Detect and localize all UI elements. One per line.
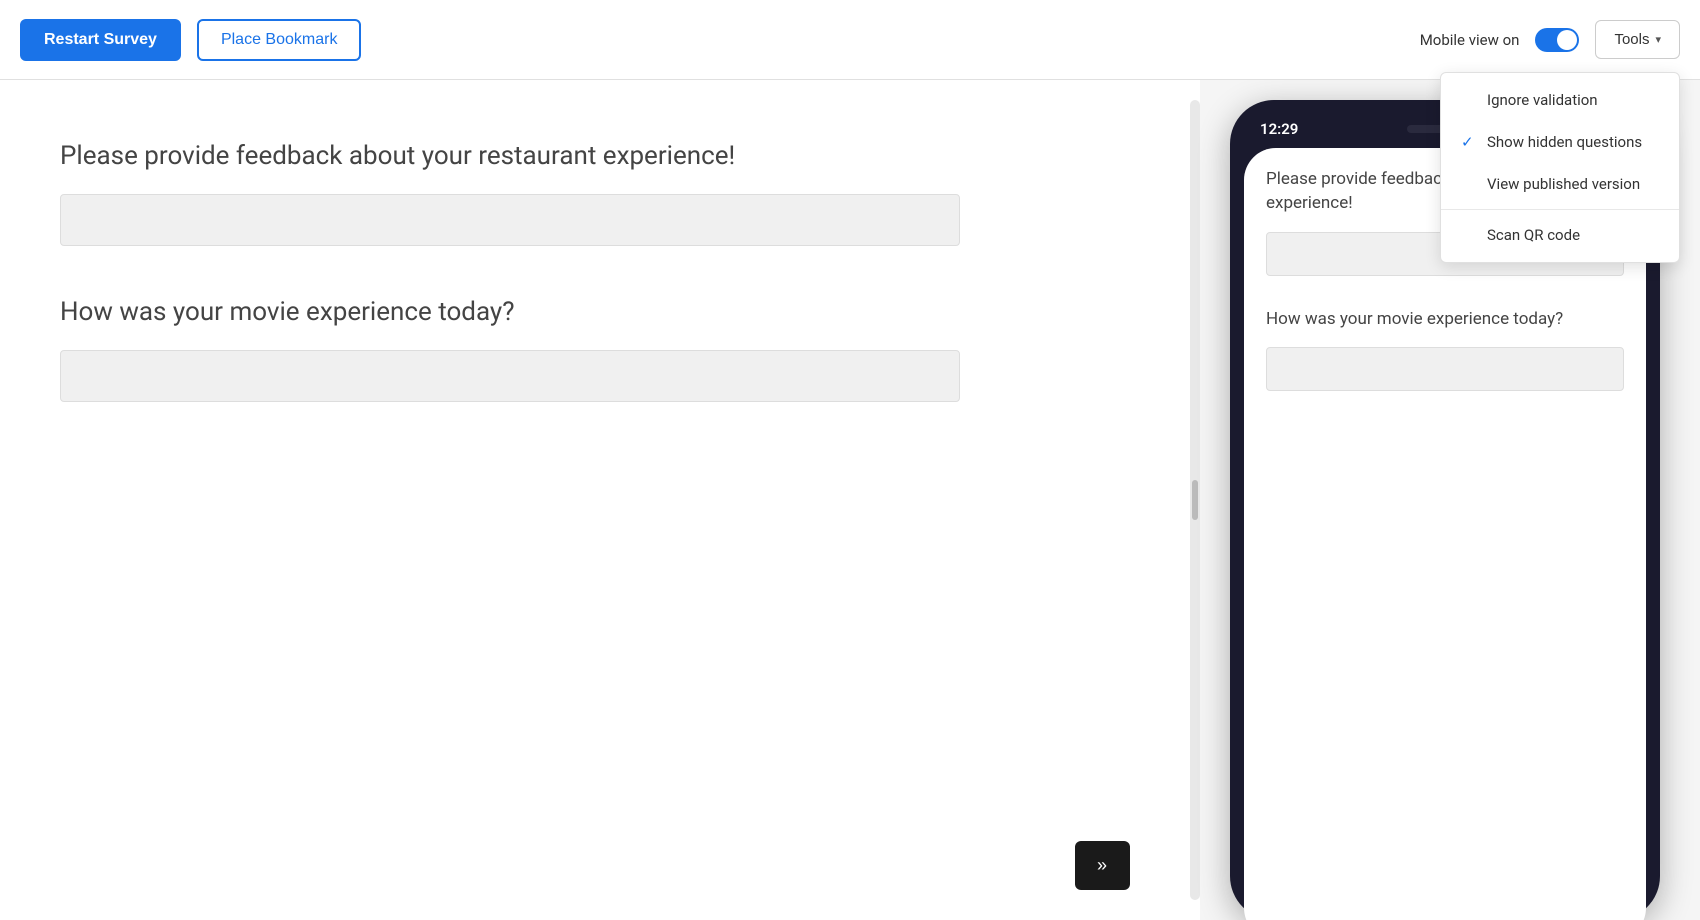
restart-survey-button[interactable]: Restart Survey	[20, 19, 181, 61]
header: Restart Survey Place Bookmark Mobile vie…	[0, 0, 1700, 80]
chevron-down-icon: ▾	[1655, 33, 1661, 46]
mobile-question-2-input[interactable]	[1266, 347, 1624, 391]
question-1: Please provide feedback about your resta…	[60, 140, 1130, 246]
tools-dropdown-menu: Ignore validation ✓ Show hidden question…	[1440, 72, 1680, 263]
panel-divider	[1190, 100, 1200, 900]
dropdown-item-ignore-validation[interactable]: Ignore validation	[1441, 79, 1679, 121]
phone-screen: Please provide feedback about your resta…	[1244, 148, 1646, 920]
header-right: Mobile view on Tools ▾	[1420, 20, 1680, 59]
place-bookmark-button[interactable]: Place Bookmark	[197, 19, 362, 61]
view-published-label: View published version	[1487, 175, 1640, 193]
dropdown-item-view-published[interactable]: View published version	[1441, 163, 1679, 205]
mobile-view-toggle[interactable]	[1535, 28, 1579, 52]
desktop-survey-panel: Please provide feedback about your resta…	[0, 80, 1190, 920]
question-2: How was your movie experience today?	[60, 296, 1130, 402]
scan-qr-label: Scan QR code	[1487, 226, 1580, 244]
dropdown-item-scan-qr[interactable]: Scan QR code	[1441, 214, 1679, 256]
header-left: Restart Survey Place Bookmark	[20, 19, 361, 61]
tools-button[interactable]: Tools ▾	[1595, 20, 1680, 59]
tools-label: Tools	[1614, 31, 1649, 48]
mobile-question-2-text: How was your movie experience today?	[1266, 308, 1624, 332]
dropdown-item-show-hidden[interactable]: ✓ Show hidden questions	[1441, 121, 1679, 163]
dropdown-divider	[1441, 209, 1679, 210]
mobile-view-label: Mobile view on	[1420, 31, 1520, 49]
phone-time: 12:29	[1260, 120, 1298, 138]
check-icon-show-hidden: ✓	[1461, 133, 1477, 151]
question-2-input[interactable]	[60, 350, 960, 402]
question-2-text: How was your movie experience today?	[60, 296, 1130, 330]
ignore-validation-label: Ignore validation	[1487, 91, 1598, 109]
question-1-text: Please provide feedback about your resta…	[60, 140, 1130, 174]
next-button[interactable]: »	[1075, 841, 1130, 890]
show-hidden-label: Show hidden questions	[1487, 133, 1642, 151]
question-1-input[interactable]	[60, 194, 960, 246]
toggle-thumb	[1557, 30, 1577, 50]
